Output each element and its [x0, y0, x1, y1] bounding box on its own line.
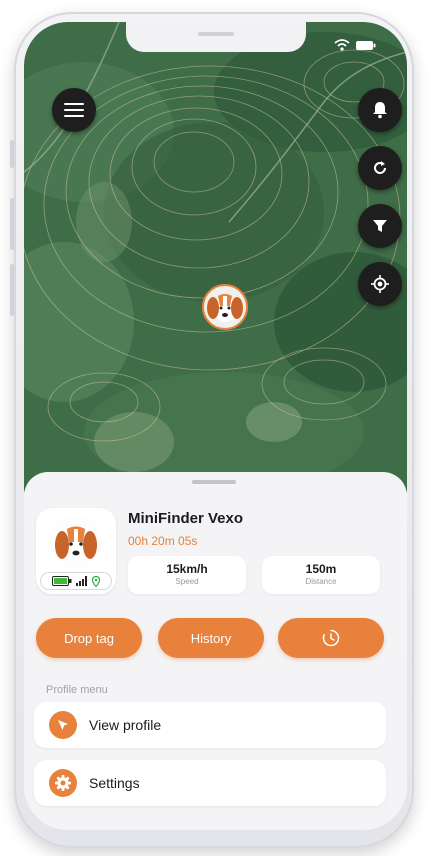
side-button — [10, 140, 14, 168]
profile-menu-title: Profile menu — [46, 684, 108, 696]
speaker-grille — [198, 32, 234, 36]
menu-button[interactable] — [52, 88, 96, 132]
crosshair-icon — [371, 275, 389, 293]
pet-avatar-card[interactable] — [36, 508, 116, 594]
paw-pin-icon — [49, 711, 77, 739]
filter-icon — [373, 220, 387, 232]
status-bar — [333, 38, 377, 57]
battery-icon — [356, 41, 376, 50]
speed-label: Speed — [175, 577, 199, 586]
filter-button[interactable] — [358, 204, 402, 248]
side-button — [10, 264, 14, 316]
timer-button[interactable] — [278, 618, 384, 658]
pet-location-marker[interactable] — [202, 284, 248, 330]
drop-tag-button[interactable]: Drop tag — [36, 618, 142, 658]
locate-button[interactable] — [358, 262, 402, 306]
notifications-button[interactable] — [358, 88, 402, 132]
beagle-dog-icon — [207, 294, 243, 322]
distance-stat: 150m Distance — [262, 556, 380, 594]
history-button[interactable]: History — [158, 618, 264, 658]
sheet-drag-handle[interactable] — [192, 480, 236, 484]
view-profile-label: View profile — [89, 717, 162, 733]
refresh-icon — [374, 161, 386, 174]
gear-icon — [49, 769, 77, 797]
avatar — [50, 516, 102, 568]
hamburger-menu-icon — [64, 103, 84, 117]
clock-icon — [322, 629, 340, 647]
side-button — [10, 198, 14, 250]
speed-stat: 15km/h Speed — [128, 556, 246, 594]
signal-bars-icon — [76, 576, 87, 586]
device-status-indicators — [40, 572, 112, 590]
distance-label: Distance — [305, 577, 337, 586]
battery-icon — [52, 576, 72, 586]
pet-name: MiniFinder Vexo — [128, 510, 244, 527]
distance-value: 150m — [305, 562, 337, 576]
tracker-bottom-sheet: MiniFinder Vexo 00h 20m 05s 15km/h Speed… — [24, 472, 407, 830]
bell-icon — [373, 102, 387, 119]
gps-pin-icon — [92, 575, 100, 587]
wifi-icon — [334, 39, 350, 51]
refresh-button[interactable] — [358, 146, 402, 190]
speed-value: 15km/h — [166, 562, 208, 576]
beagle-dog-icon — [55, 526, 97, 562]
elapsed-timer: 00h 20m 05s — [128, 534, 198, 548]
app-screen: MiniFinder Vexo 00h 20m 05s 15km/h Speed… — [24, 22, 407, 830]
phone-notch — [126, 22, 306, 52]
settings-label: Settings — [89, 775, 140, 791]
settings-menu-item[interactable]: Settings — [34, 760, 386, 806]
view-profile-menu-item[interactable]: View profile — [34, 702, 386, 748]
